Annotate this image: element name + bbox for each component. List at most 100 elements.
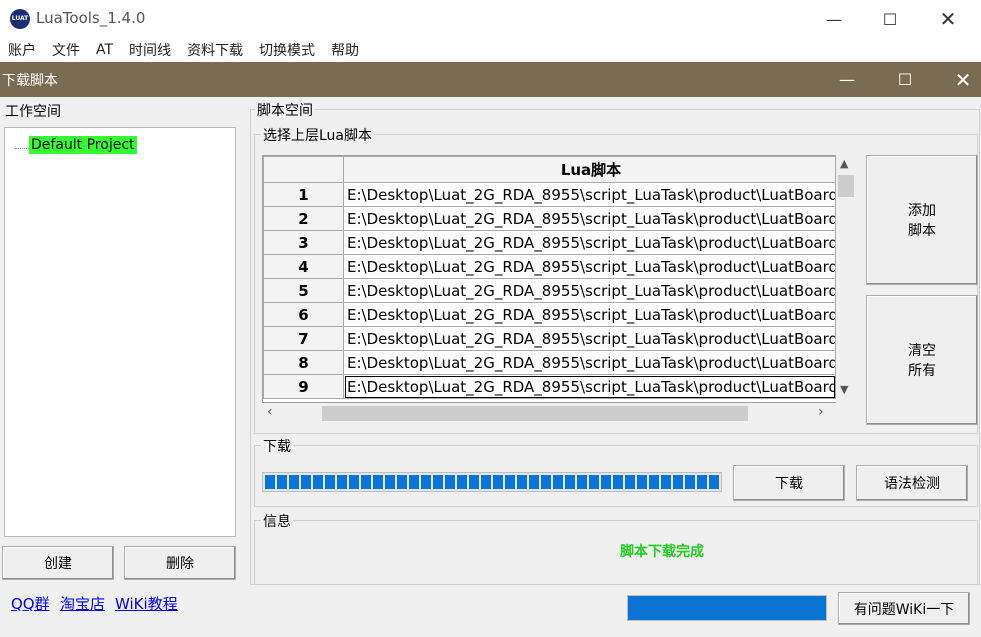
info-label: 信息	[261, 511, 293, 531]
scroll-up-icon[interactable]: ▲	[840, 157, 848, 170]
table-vertical-scrollbar[interactable]: ▲ ▼	[836, 155, 856, 403]
table-row[interactable]: 9 E:\Desktop\Luat_2G_RDA_8955\script_LuaT…	[263, 374, 836, 399]
progress-segment	[589, 475, 599, 489]
tree-item-default-project[interactable]: Default Project	[29, 136, 137, 154]
download-progress-fill	[265, 475, 719, 489]
progress-segment	[709, 475, 719, 489]
script-path-cell[interactable]: E:\Desktop\Luat_2G_RDA_8955\script_LuaTa…	[343, 374, 836, 399]
table-row[interactable]: 6 E:\Desktop\Luat_2G_RDA_8955\script_LuaT…	[263, 302, 836, 327]
progress-segment	[493, 475, 503, 489]
delete-button[interactable]: 删除	[124, 546, 236, 580]
close-icon[interactable]: ✕	[920, 0, 976, 38]
qq-group-link[interactable]: QQ群	[11, 593, 50, 614]
table-row[interactable]: 3 E:\Desktop\Luat_2G_RDA_8955\script_LuaT…	[263, 230, 836, 255]
table-row[interactable]: 2 E:\Desktop\Luat_2G_RDA_8955\script_LuaT…	[263, 206, 836, 231]
progress-segment	[457, 475, 467, 489]
script-path-cell[interactable]: E:\Desktop\Luat_2G_RDA_8955\script_LuaTa…	[343, 230, 836, 255]
child-close-icon[interactable]: ✕	[934, 62, 981, 97]
table-row[interactable]: 5 E:\Desktop\Luat_2G_RDA_8955\script_LuaT…	[263, 278, 836, 303]
scroll-down-icon[interactable]: ▼	[840, 383, 848, 396]
progress-segment	[469, 475, 479, 489]
progress-segment	[697, 475, 707, 489]
progress-segment	[289, 475, 299, 489]
taobao-link[interactable]: 淘宝店	[60, 593, 105, 614]
project-tree[interactable]: Default Project	[4, 127, 236, 537]
progress-segment	[349, 475, 359, 489]
progress-segment	[373, 475, 383, 489]
add-script-label-line2: 脚本	[908, 223, 936, 239]
progress-segment	[397, 475, 407, 489]
progress-segment	[409, 475, 419, 489]
menu-help[interactable]: 帮助	[323, 40, 367, 60]
menu-file[interactable]: 文件	[44, 40, 88, 60]
row-number: 8	[263, 350, 344, 375]
child-minimize-icon[interactable]: —	[818, 62, 876, 97]
download-progress-bar	[262, 472, 722, 492]
table-row[interactable]: 4 E:\Desktop\Luat_2G_RDA_8955\script_LuaT…	[263, 254, 836, 279]
progress-segment	[361, 475, 371, 489]
table-corner-header	[263, 156, 344, 183]
progress-segment	[433, 475, 443, 489]
progress-segment	[541, 475, 551, 489]
vertical-scroll-thumb[interactable]	[838, 175, 854, 197]
table-row[interactable]: 1 E:\Desktop\Luat_2G_RDA_8955\script_LuaT…	[263, 182, 836, 207]
clear-all-button[interactable]: 清空 所有	[866, 295, 978, 425]
minimize-icon[interactable]: —	[806, 0, 862, 38]
progress-segment	[661, 475, 671, 489]
menu-switch-mode[interactable]: 切换模式	[251, 40, 323, 60]
scroll-right-icon[interactable]: ›	[818, 404, 824, 420]
row-number: 4	[263, 254, 344, 279]
clear-all-label-line1: 清空	[908, 343, 936, 359]
download-button[interactable]: 下载	[733, 465, 845, 501]
menu-at[interactable]: AT	[88, 42, 121, 58]
child-maximize-icon[interactable]: ☐	[876, 62, 934, 97]
download-group-label: 下载	[261, 436, 293, 456]
create-button[interactable]: 创建	[2, 546, 114, 580]
progress-segment	[673, 475, 683, 489]
wiki-help-button[interactable]: 有问题WiKi一下	[838, 592, 970, 625]
row-number: 5	[263, 278, 344, 303]
maximize-icon[interactable]: ☐	[862, 0, 918, 38]
syntax-check-button[interactable]: 语法检测	[856, 465, 968, 501]
info-group: 信息	[254, 511, 978, 585]
main-title-bar: LUAT LuaTools_1.4.0 — ☐ ✕	[0, 0, 981, 38]
horizontal-scroll-thumb[interactable]	[322, 406, 748, 421]
app-logo-icon: LUAT	[10, 9, 30, 29]
lua-script-column-header[interactable]: Lua脚本	[343, 156, 836, 183]
menu-timeline[interactable]: 时间线	[121, 40, 179, 60]
tree-connector	[15, 148, 29, 149]
progress-segment	[649, 475, 659, 489]
table-row[interactable]: 7 E:\Desktop\Luat_2G_RDA_8955\script_LuaT…	[263, 326, 836, 351]
workspace-label: 工作空间	[3, 101, 63, 121]
script-path-cell[interactable]: E:\Desktop\Luat_2G_RDA_8955\script_LuaTa…	[343, 182, 836, 207]
progress-segment	[529, 475, 539, 489]
script-path-cell[interactable]: E:\Desktop\Luat_2G_RDA_8955\script_LuaTa…	[343, 326, 836, 351]
row-number: 2	[263, 206, 344, 231]
menu-bar: 账户 文件 AT 时间线 资料下载 切换模式 帮助	[0, 38, 981, 62]
footer-progress-bar	[627, 595, 827, 621]
progress-segment	[337, 475, 347, 489]
menu-downloads[interactable]: 资料下载	[179, 40, 251, 60]
script-path-cell[interactable]: E:\Desktop\Luat_2G_RDA_8955\script_LuaTa…	[343, 350, 836, 375]
clear-all-label-line2: 所有	[908, 363, 936, 379]
wiki-link[interactable]: WiKi教程	[115, 593, 178, 614]
add-script-button[interactable]: 添加 脚本	[866, 155, 978, 285]
progress-segment	[385, 475, 395, 489]
table-horizontal-scrollbar[interactable]: ‹ ›	[262, 403, 836, 423]
script-path-cell[interactable]: E:\Desktop\Luat_2G_RDA_8955\script_LuaTa…	[343, 278, 836, 303]
menu-account[interactable]: 账户	[0, 40, 44, 60]
script-path-cell[interactable]: E:\Desktop\Luat_2G_RDA_8955\script_LuaTa…	[343, 254, 836, 279]
download-script-window: 下载脚本 — ☐ ✕ 工作空间 Default Project 创建 删除 脚本…	[0, 62, 981, 592]
script-path-cell[interactable]: E:\Desktop\Luat_2G_RDA_8955\script_LuaTa…	[343, 302, 836, 327]
select-script-label: 选择上层Lua脚本	[261, 125, 375, 145]
table-row[interactable]: 8 E:\Desktop\Luat_2G_RDA_8955\script_LuaT…	[263, 350, 836, 375]
progress-segment	[265, 475, 275, 489]
row-number: 6	[263, 302, 344, 327]
progress-segment	[505, 475, 515, 489]
script-path-cell[interactable]: E:\Desktop\Luat_2G_RDA_8955\script_LuaTa…	[343, 206, 836, 231]
scroll-left-icon[interactable]: ‹	[267, 404, 273, 420]
row-number: 1	[263, 182, 344, 207]
script-table: Lua脚本 1 E:\Desktop\Luat_2G_RDA_8955\scrip…	[262, 155, 856, 403]
progress-segment	[553, 475, 563, 489]
progress-segment	[625, 475, 635, 489]
